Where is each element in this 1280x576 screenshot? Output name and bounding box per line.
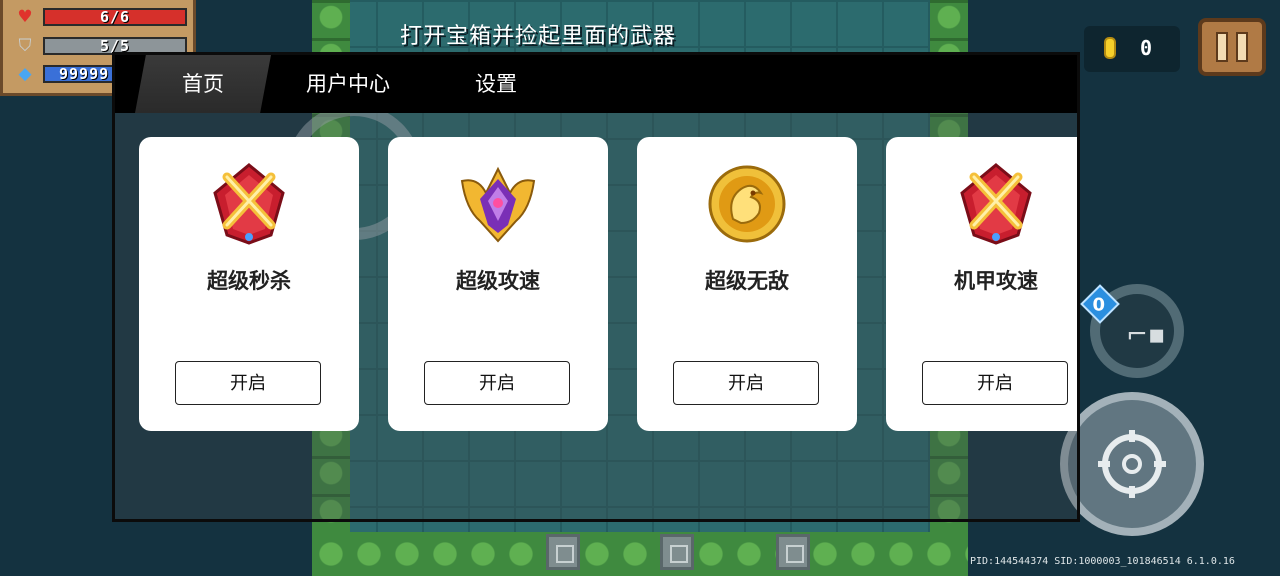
enable-button[interactable]: 开启: [424, 361, 570, 405]
hint-text: 打开宝箱并捡起里面的武器: [400, 24, 677, 49]
weapon-energy-value: 0: [1092, 294, 1105, 316]
stone-block: [546, 534, 580, 570]
heart-icon: ♥: [17, 7, 33, 27]
feature-title: 超级无敌: [705, 269, 789, 293]
tab-user-center[interactable]: 用户中心: [287, 55, 409, 113]
dungeon-wall-bottom: [312, 532, 968, 576]
enable-button[interactable]: 开启: [922, 361, 1068, 405]
stone-block: [776, 534, 810, 570]
pistol-icon: ⌐▪: [1126, 320, 1166, 350]
feature-card: 超级无敌 开启: [637, 137, 857, 431]
tab-bar: 首页 用户中心 设置: [115, 55, 1077, 113]
pause-icon: [1236, 32, 1248, 62]
health-row: ♥ 6/6: [9, 6, 191, 28]
coin-count: 0: [1140, 36, 1153, 60]
feature-title: 超级攻速: [456, 269, 540, 293]
health-text: 6/6: [99, 8, 131, 26]
health-bar: 6/6: [43, 8, 187, 26]
build-info: PID:144544374 SID:1000003_101846514 6.1.…: [970, 556, 1235, 567]
coin-counter: 0: [1084, 26, 1180, 72]
stone-block: [660, 534, 694, 570]
golden-dragon-badge-icon: [708, 165, 786, 243]
enable-button[interactable]: 开启: [673, 361, 819, 405]
tab-settings[interactable]: 设置: [441, 55, 551, 113]
crosshair-icon: [1098, 430, 1166, 498]
crossed-swords-badge-icon: [960, 163, 1032, 245]
cheat-menu-panel: 首页 用户中心 设置 超级秒杀 开启 超级攻速 开启 超级无敌 开启 机甲攻速 …: [112, 52, 1080, 522]
coin-icon: [1104, 37, 1116, 59]
pause-icon: [1216, 32, 1228, 62]
tab-home[interactable]: 首页: [135, 55, 271, 113]
feature-card: 超级秒杀 开启: [139, 137, 359, 431]
feature-card: 机甲攻速 开启: [886, 137, 1077, 431]
feature-title: 机甲攻速: [954, 269, 1038, 293]
attack-button[interactable]: [1060, 392, 1204, 536]
diamond-icon: ◆: [18, 64, 32, 84]
enable-button[interactable]: 开启: [175, 361, 321, 405]
pause-button[interactable]: [1198, 18, 1266, 76]
shield-icon: ⛉: [18, 36, 32, 56]
crossed-swords-badge-icon: [213, 163, 285, 245]
winged-purple-badge-icon: [460, 166, 536, 243]
feature-card: 超级攻速 开启: [388, 137, 608, 431]
feature-title: 超级秒杀: [207, 269, 291, 293]
